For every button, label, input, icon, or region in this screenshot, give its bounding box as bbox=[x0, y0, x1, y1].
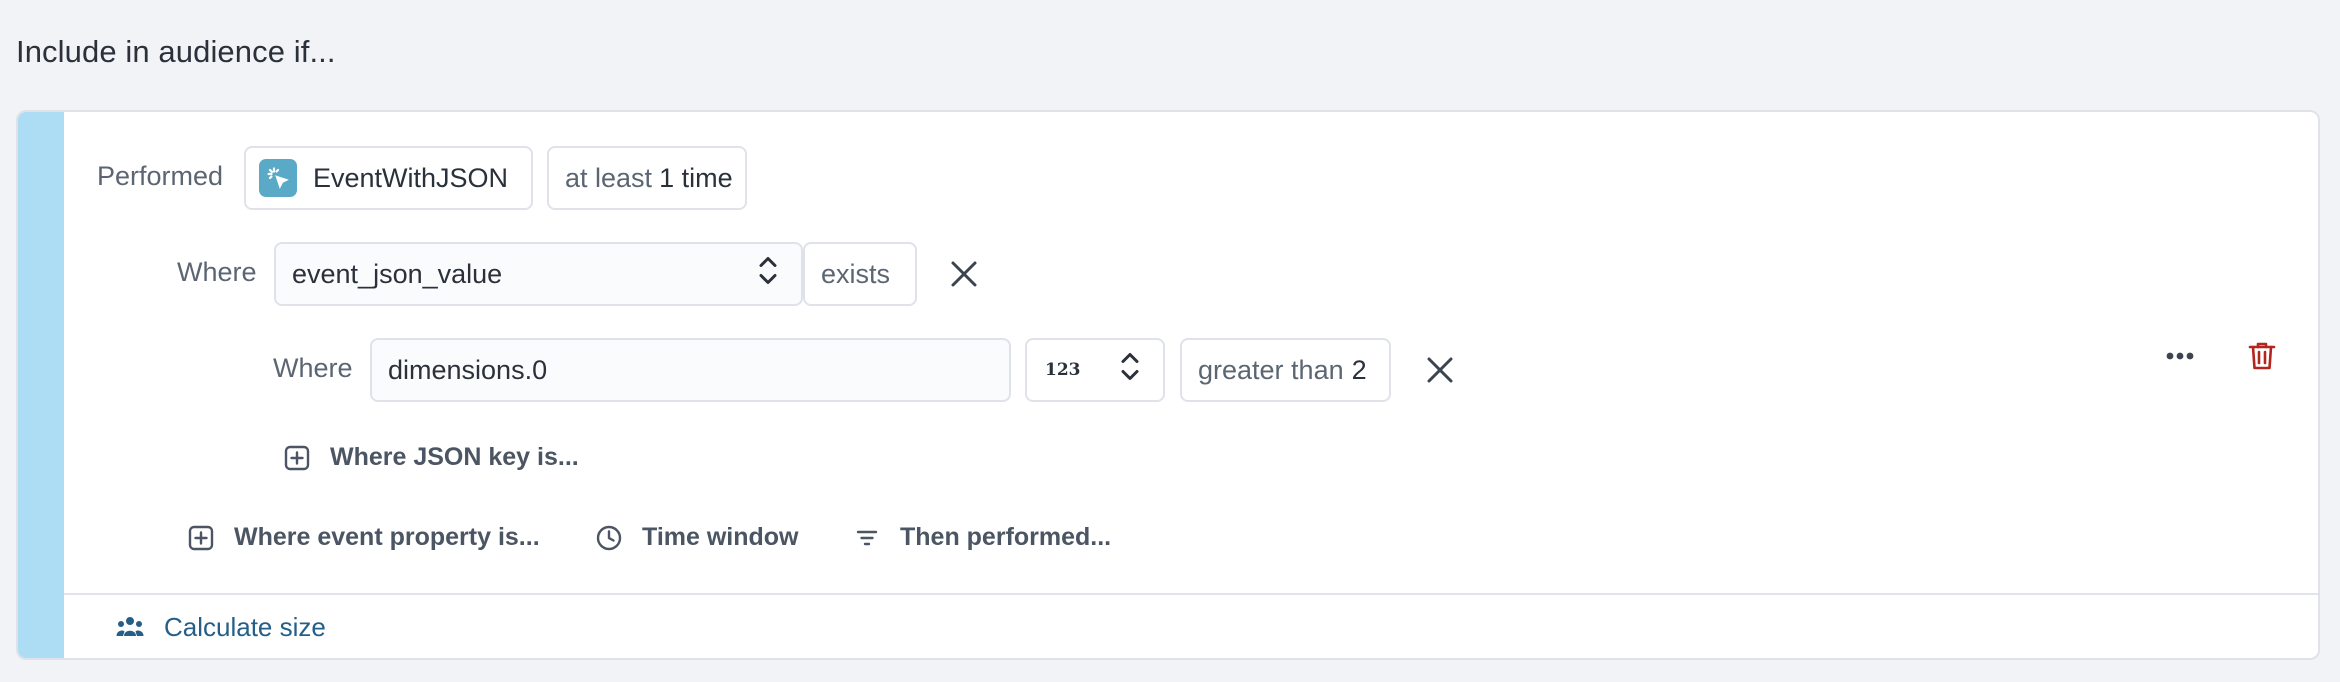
value-type-select[interactable]: 123 bbox=[1025, 338, 1165, 402]
chevron-up-down-icon bbox=[1119, 349, 1141, 392]
performed-label: Performed bbox=[97, 161, 224, 191]
event-name: EventWithJSON bbox=[313, 162, 509, 193]
property-select[interactable]: event_json_value bbox=[274, 242, 803, 306]
remove-where-button-1[interactable] bbox=[945, 255, 983, 293]
then-performed-label: Then performed... bbox=[900, 523, 1112, 551]
add-json-key-button[interactable]: Where JSON key is... bbox=[284, 443, 579, 472]
plus-square-icon bbox=[284, 445, 310, 470]
more-options-button[interactable] bbox=[2158, 334, 2202, 378]
close-icon bbox=[1427, 357, 1453, 383]
section-heading: Include in audience if... bbox=[16, 34, 336, 69]
more-horizontal-icon bbox=[2166, 352, 2194, 360]
condition-accent-bar bbox=[18, 112, 64, 658]
trash-icon bbox=[2248, 342, 2276, 370]
number-type-icon: 123 bbox=[1045, 360, 1081, 380]
operator-label: greater than bbox=[1198, 354, 1344, 385]
cursor-click-icon bbox=[259, 159, 297, 197]
plus-square-icon bbox=[188, 525, 214, 550]
calculate-size-label: Calculate size bbox=[164, 612, 326, 642]
frequency-prefix: at least bbox=[565, 162, 653, 193]
card-footer-divider bbox=[64, 593, 2318, 595]
then-performed-button[interactable]: Then performed... bbox=[854, 523, 1111, 552]
where-label-1: Where bbox=[177, 257, 257, 287]
frequency-value: 1 time bbox=[659, 162, 733, 193]
remove-where-button-2[interactable] bbox=[1421, 351, 1459, 389]
operator-exists[interactable]: exists bbox=[803, 242, 917, 306]
filter-lines-icon bbox=[856, 530, 878, 545]
close-icon bbox=[951, 261, 977, 287]
event-selector[interactable]: EventWithJSON bbox=[244, 146, 533, 210]
operator-value: 2 bbox=[1351, 354, 1367, 385]
where-label-2: Where bbox=[273, 353, 353, 383]
audience-condition-card: Performed EventWithJSON at least 1 time … bbox=[16, 110, 2320, 660]
frequency-selector[interactable]: at least 1 time bbox=[547, 146, 747, 210]
users-icon bbox=[116, 616, 144, 636]
json-key-input[interactable]: dimensions.0 bbox=[370, 338, 1011, 402]
time-window-button[interactable]: Time window bbox=[596, 523, 799, 552]
json-key-value: dimensions.0 bbox=[388, 354, 548, 385]
add-json-key-label: Where JSON key is... bbox=[330, 443, 579, 471]
add-event-property-button[interactable]: Where event property is... bbox=[188, 523, 540, 552]
property-select-value: event_json_value bbox=[292, 258, 503, 289]
operator-exists-label: exists bbox=[821, 258, 891, 289]
clock-icon bbox=[596, 525, 622, 550]
chevron-up-down-icon bbox=[757, 253, 779, 296]
time-window-label: Time window bbox=[642, 523, 799, 551]
calculate-size-button[interactable]: Calculate size bbox=[116, 612, 326, 643]
delete-condition-button[interactable] bbox=[2240, 334, 2284, 378]
add-event-property-label: Where event property is... bbox=[234, 523, 540, 551]
operator-greater-than[interactable]: greater than 2 bbox=[1180, 338, 1391, 402]
